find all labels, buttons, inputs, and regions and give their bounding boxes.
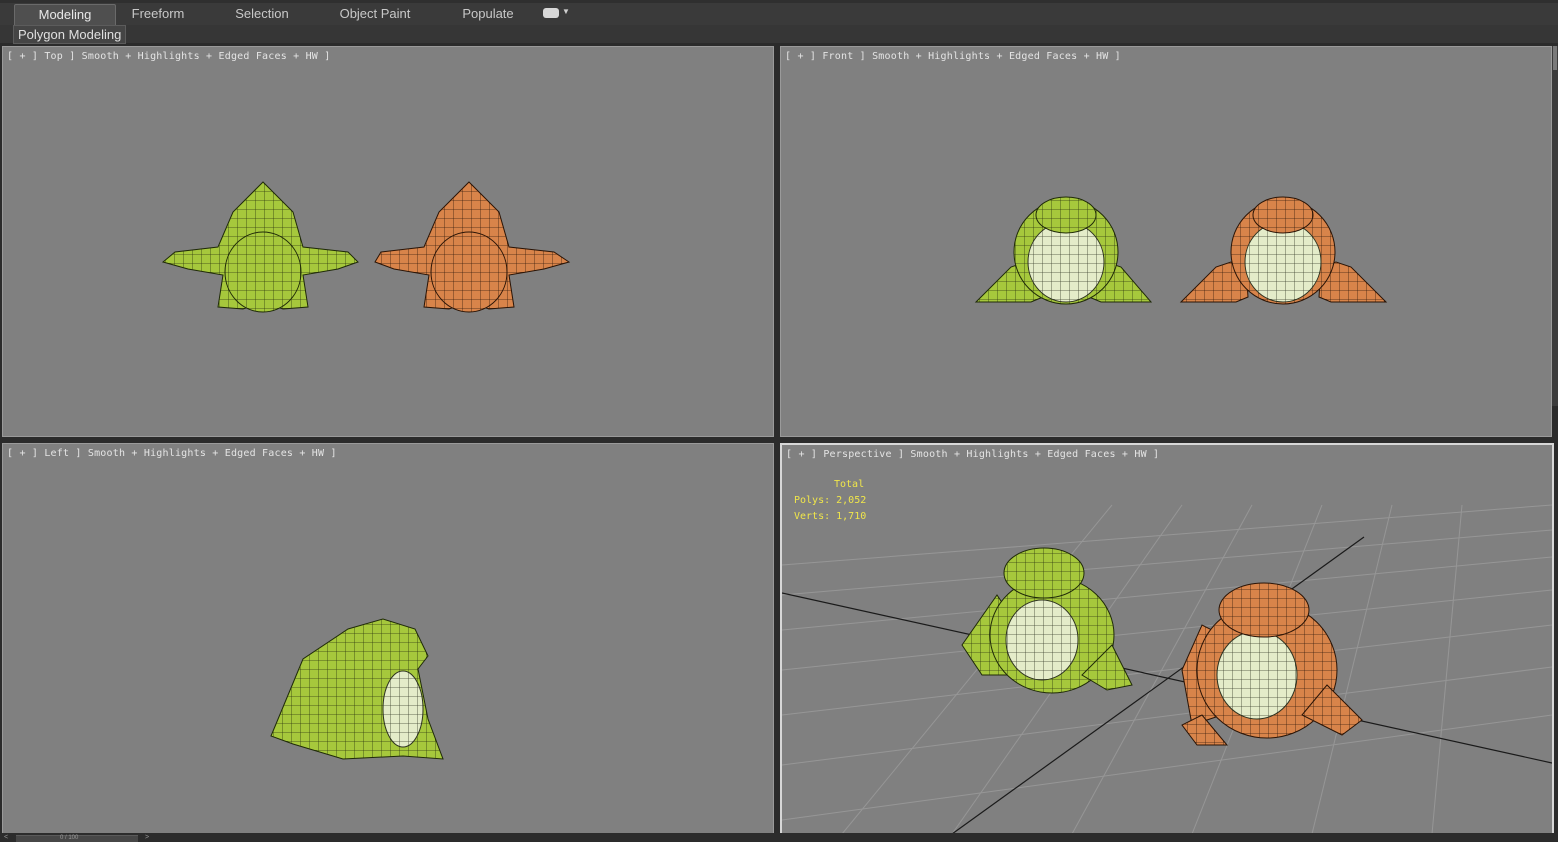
tab-freeform[interactable]: Freeform (118, 4, 198, 24)
tab-selection[interactable]: Selection (222, 4, 302, 24)
ribbon-top-rule (0, 0, 1558, 3)
x-axis-line (782, 592, 1552, 764)
home-grid (782, 504, 1552, 834)
ribbon-display-menu-icon[interactable] (543, 8, 559, 18)
side-scrollbar-thumb[interactable] (1553, 46, 1557, 70)
orange-frog-perspective (1181, 582, 1363, 746)
viewport-front-canvas (974, 196, 1388, 305)
ribbon-tab-bar: Modeling Freeform Selection Object Paint… (0, 0, 1558, 26)
green-frog-perspective (961, 547, 1133, 694)
frog-side-view (270, 618, 444, 760)
tab-populate[interactable]: Populate (448, 4, 528, 24)
chevron-down-icon[interactable]: ▼ (562, 7, 570, 16)
time-next-icon[interactable]: > (145, 834, 149, 841)
green-frog-top (161, 181, 359, 313)
time-slider-bar (0, 833, 1558, 841)
time-slider-text: 0 / 100 (60, 835, 79, 841)
green-frog-front (974, 196, 1153, 305)
viewport-perspective[interactable]: [ + ] Perspective ] Smooth + Highlights … (780, 443, 1554, 836)
side-scrollbar[interactable] (1552, 46, 1558, 406)
time-prev-icon[interactable]: < (4, 834, 8, 841)
orange-frog-front (1179, 196, 1388, 305)
orange-frog-top (374, 181, 571, 313)
tab-object-paint[interactable]: Object Paint (330, 4, 420, 24)
ribbon-panel: Polygon Modeling (0, 25, 1558, 44)
polygon-modeling-panel-toggle[interactable]: Polygon Modeling (13, 25, 127, 44)
viewport-front[interactable]: [ + ] Front ] Smooth + Highlights + Edge… (780, 46, 1552, 437)
viewport-top[interactable]: [ + ] Top ] Smooth + Highlights + Edged … (2, 46, 774, 437)
viewport-perspective-canvas (782, 504, 1552, 834)
viewport-left[interactable]: [ + ] Left ] Smooth + Highlights + Edged… (2, 443, 774, 834)
viewport-left-canvas (270, 618, 444, 760)
viewport-top-canvas (161, 181, 571, 313)
tab-modeling[interactable]: Modeling (14, 4, 116, 25)
